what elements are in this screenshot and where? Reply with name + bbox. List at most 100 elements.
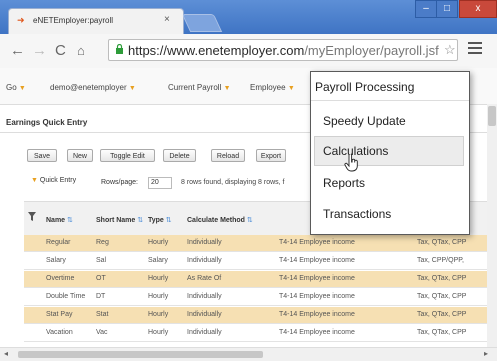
- table-row[interactable]: Vacation Vac Hourly Individually T4-14 Emplo…: [24, 325, 497, 342]
- table-row[interactable]: Regular Reg Hourly Individually T4-14 Employ…: [24, 235, 497, 252]
- cell-tax-class: T4-14 Employee income: [279, 239, 355, 246]
- cell-calculate-method: Individually: [187, 329, 222, 336]
- cell-tax-class: T4-14 Employee income: [279, 275, 355, 282]
- cell-short-name: Stat: [96, 311, 109, 318]
- cell-type: Hourly: [148, 311, 169, 318]
- cell-taxes: Tax, QTax, CPP: [417, 293, 467, 300]
- column-header-calculate-method[interactable]: Calculate Method ⇅: [187, 216, 253, 224]
- scroll-right-icon[interactable]: ▸: [484, 349, 488, 358]
- table-row[interactable]: Double Time DT Hourly Individually T4-14 Emp…: [24, 289, 497, 306]
- cell-name: Double Time: [46, 293, 86, 300]
- reload-button[interactable]: Reload: [211, 149, 245, 162]
- scroll-thumb[interactable]: [18, 351, 263, 358]
- bookmark-star-icon[interactable]: ☆: [444, 42, 456, 58]
- browser-tab[interactable]: ➜ eNETEmployer:payroll ×: [8, 8, 184, 34]
- filter-icon[interactable]: [28, 212, 36, 221]
- sort-icon: ⇅: [137, 217, 144, 224]
- caret-down-icon: ▼: [287, 85, 295, 92]
- caret-down-icon: ▼: [223, 85, 231, 92]
- lock-icon: [116, 44, 123, 54]
- maximize-button[interactable]: □: [436, 0, 458, 18]
- nav-user-menu[interactable]: demo@enetemployer ▼: [50, 83, 136, 92]
- cell-calculate-method: Individually: [187, 311, 222, 318]
- cell-taxes: Tax, QTax, CPP: [417, 275, 467, 282]
- page-title: Earnings Quick Entry: [6, 118, 88, 127]
- caret-down-icon: ▼: [18, 85, 26, 92]
- back-arrow-icon[interactable]: ←: [10, 43, 25, 58]
- minimize-button[interactable]: –: [415, 0, 437, 18]
- save-button[interactable]: Save: [27, 149, 57, 162]
- table-row[interactable]: Stat Pay Stat Hourly Individually T4-14 Empl…: [24, 307, 497, 324]
- cell-type: Hourly: [148, 293, 169, 300]
- nav-go-menu[interactable]: Go ▼: [6, 83, 26, 92]
- tab-title: eNETEmployer:payroll: [33, 16, 114, 25]
- export-button[interactable]: Export: [256, 149, 286, 162]
- scroll-left-icon[interactable]: ◂: [4, 349, 8, 358]
- menu-item-transactions[interactable]: Transactions: [323, 207, 391, 221]
- forward-arrow-icon[interactable]: →: [32, 43, 47, 58]
- cell-tax-class: T4-14 Employee income: [279, 311, 355, 318]
- cell-taxes: Tax, QTax, CPP: [417, 329, 467, 336]
- vertical-scrollbar[interactable]: [487, 104, 497, 347]
- tab-close-icon[interactable]: ×: [164, 14, 170, 25]
- menu-header[interactable]: Payroll Processing: [315, 80, 414, 94]
- browser-menu-icon[interactable]: [468, 42, 482, 57]
- rows-per-page-label: Rows/page:: [101, 179, 138, 186]
- table-row[interactable]: Overtime OT Hourly As Rate Of T4-14 Employee…: [24, 271, 497, 288]
- caret-down-icon: ▼: [128, 85, 136, 92]
- sort-icon: ⇅: [246, 217, 253, 224]
- menu-item-reports[interactable]: Reports: [323, 176, 365, 190]
- cell-short-name: OT: [96, 275, 106, 282]
- close-window-button[interactable]: x: [459, 0, 497, 18]
- cell-short-name: Sal: [96, 257, 107, 264]
- cell-calculate-method: As Rate Of: [187, 275, 222, 282]
- column-header-name[interactable]: Name ⇅: [46, 216, 73, 224]
- caret-down-icon: ▼: [31, 177, 38, 184]
- nav-current-payroll-menu[interactable]: Current Payroll ▼: [168, 83, 231, 92]
- payroll-processing-menu: Payroll Processing Speedy Update Calcula…: [310, 71, 470, 235]
- cell-name: Stat Pay: [46, 311, 73, 318]
- cell-taxes: Tax, CPP/QPP,: [417, 257, 464, 264]
- menu-item-speedy-update[interactable]: Speedy Update: [323, 114, 406, 128]
- column-header-type[interactable]: Type ⇅: [148, 216, 172, 224]
- cell-taxes: Tax, QTax, CPP: [417, 311, 467, 318]
- cell-name: Vacation: [46, 329, 73, 336]
- cell-name: Regular: [46, 239, 71, 246]
- address-bar[interactable]: https://www.enetemployer.com/myEmployer/…: [108, 39, 458, 61]
- reload-icon[interactable]: C: [55, 43, 66, 58]
- horizontal-scrollbar[interactable]: ◂ ▸: [0, 347, 497, 361]
- nav-employee-menu[interactable]: Employee ▼: [250, 83, 295, 92]
- cell-type: Hourly: [148, 329, 169, 336]
- table-row[interactable]: Salary Sal Salary Individually T4-14 Employe…: [24, 253, 497, 270]
- cell-name: Overtime: [46, 275, 75, 282]
- browser-toolbar: ← → C ⌂ https://www.enetemployer.com/myE…: [0, 34, 497, 69]
- cell-short-name: Vac: [96, 329, 108, 336]
- home-icon[interactable]: ⌂: [77, 43, 85, 58]
- cell-tax-class: T4-14 Employee income: [279, 293, 355, 300]
- scroll-thumb[interactable]: [488, 106, 496, 126]
- cell-name: Salary: [46, 257, 66, 264]
- new-button[interactable]: New: [67, 149, 93, 162]
- hand-cursor-icon: [344, 154, 358, 172]
- sort-icon: ⇅: [165, 217, 172, 224]
- rows-found-text: 8 rows found, displaying 8 rows, f: [181, 179, 285, 186]
- cell-taxes: Tax, QTax, CPP: [417, 239, 467, 246]
- cell-calculate-method: Individually: [187, 239, 222, 246]
- cell-tax-class: T4-14 Employee income: [279, 257, 355, 264]
- column-header-short-name[interactable]: Short Name ⇅: [96, 216, 143, 224]
- cell-short-name: Reg: [96, 239, 109, 246]
- toggle-edit-button[interactable]: Toggle Edit: [100, 149, 155, 162]
- cell-type: Hourly: [148, 239, 169, 246]
- cell-type: Salary: [148, 257, 168, 264]
- rows-per-page-input[interactable]: 20: [148, 177, 172, 189]
- url-text: https://www.enetemployer.com/myEmployer/…: [128, 43, 439, 58]
- favicon-icon: ➜: [17, 15, 25, 25]
- cell-calculate-method: Individually: [187, 293, 222, 300]
- cell-tax-class: T4-14 Employee income: [279, 329, 355, 336]
- delete-button[interactable]: Delete: [163, 149, 196, 162]
- sort-icon: ⇅: [67, 217, 73, 224]
- quick-entry-toggle[interactable]: ▼ Quick Entry: [31, 177, 76, 184]
- cell-calculate-method: Individually: [187, 257, 222, 264]
- divider: [311, 100, 469, 101]
- cell-type: Hourly: [148, 275, 169, 282]
